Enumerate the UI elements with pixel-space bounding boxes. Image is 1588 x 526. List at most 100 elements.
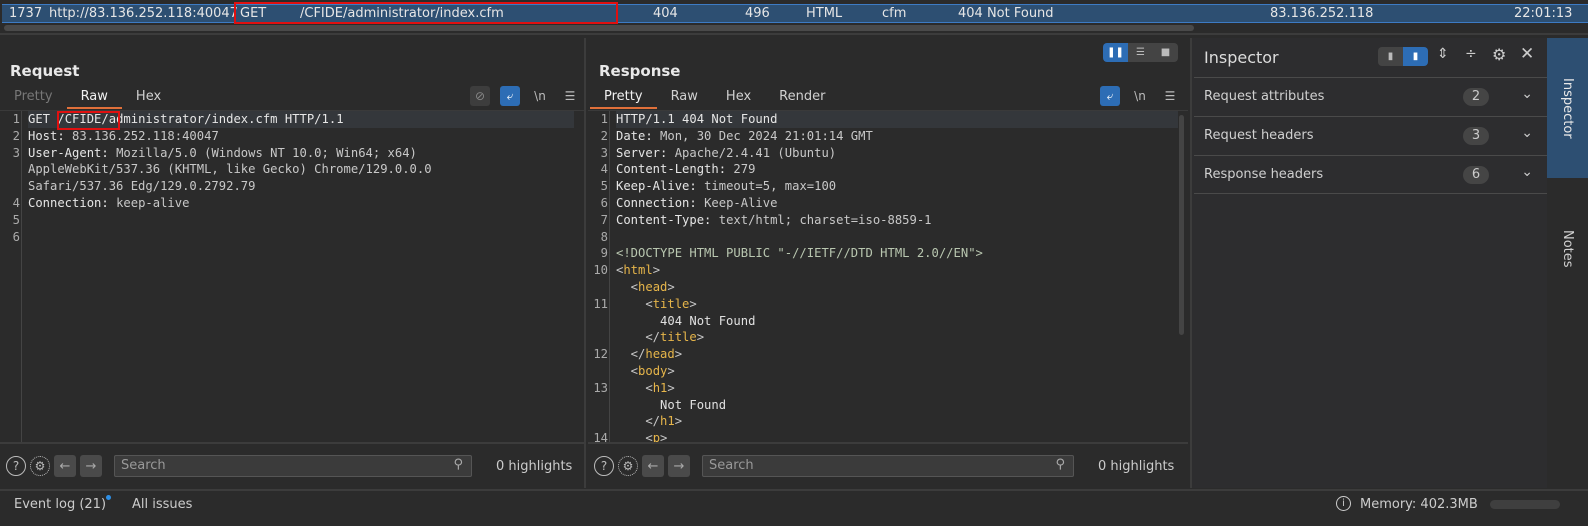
highlights-count: 0 highlights [1098,458,1175,474]
back-button[interactable]: ← [54,455,76,477]
menu-icon[interactable]: ☰ [560,86,580,106]
chevron-down-icon[interactable]: ⌄ [1521,164,1533,180]
tab-raw[interactable]: Raw [66,88,122,109]
tab-render[interactable]: Render [765,88,839,109]
code-token: AppleWebKit/537.36 (KHTML, like Gecko) C… [28,162,432,177]
code-token: timeout=5, max=100 [704,179,837,194]
line-content: AppleWebKit/537.36 (KHTML, like Gecko) C… [28,161,432,178]
code-token: 83.136.252.118:40047 [72,128,219,143]
search-input[interactable]: Search ⚲ [702,455,1074,477]
code-line: 3 User-Agent: Mozilla/5.0 (Windows NT 10.… [0,145,584,162]
code-line: 4 Connection: keep-alive [0,195,584,212]
tab-pretty[interactable]: Pretty [0,88,67,109]
newline-icon[interactable]: \n [1130,86,1150,106]
layout-toggle: ❚❚ ☰ ■ [1103,43,1178,62]
search-input[interactable]: Search ⚲ [114,455,472,477]
code-line: 6 [0,229,584,246]
gear-icon[interactable]: ⚙ [1492,45,1506,64]
code-token: Connection: [616,195,705,210]
chevron-down-icon[interactable]: ⌄ [1521,125,1533,141]
code-token: > [667,380,675,395]
split-horizontal-icon[interactable]: ☰ [1128,43,1153,62]
line-content: Connection: Keep-Alive [616,195,777,212]
code-token: html [623,263,653,278]
wrap-lines-icon[interactable]: ⤶ [500,86,520,106]
code-line: 14 <p> [588,430,1188,442]
row-length: 496 [745,6,770,21]
code-token: body [638,363,668,378]
code-line: 13 <h1> [588,380,1188,397]
gear-icon[interactable]: ⚙ [30,456,50,476]
line-content: </title> [616,329,704,346]
request-editor[interactable]: 1 GET /CFIDE/administrator/index.cfm HTTP… [0,110,584,442]
request-tabs: Pretty Raw Hex [0,88,175,109]
side-tabs: Inspector Notes [1547,38,1588,488]
row-mime: HTML [806,6,843,21]
code-token: title [660,330,697,345]
section-response-headers[interactable]: Response headers 6 ⌄ [1194,155,1547,194]
newline-icon[interactable]: \n [530,86,550,106]
code-token: Safari/537.36 Edg/129.0.2792.79 [28,179,256,194]
code-token: </ [616,347,646,362]
code-line: 3 Server: Apache/2.4.41 (Ubuntu) [588,145,1188,162]
tab-hex[interactable]: Hex [122,88,175,109]
split-vertical-icon[interactable]: ❚❚ [1103,43,1128,62]
chevron-down-icon[interactable]: ⌄ [1521,86,1533,102]
tab-pretty[interactable]: Pretty [590,88,657,109]
gear-icon[interactable]: ⚙ [618,456,638,476]
response-pane: Response Pretty Raw Hex Render ⤶ \n ☰ 1H… [588,38,1188,488]
code-token: Apache/2.4.41 (Ubuntu) [674,145,837,160]
code-token: head [645,347,675,362]
line-number: 11 [593,296,608,311]
section-count: 3 [1463,127,1489,145]
code-token: title [652,296,690,311]
single-pane-icon[interactable]: ■ [1153,43,1178,62]
line-content: User-Agent: Mozilla/5.0 (Windows NT 10.0… [28,145,417,162]
code-line: 7 Content-Type: text/html; charset=iso-88… [588,212,1188,229]
response-editor[interactable]: 1 HTTP/1.1 404 Not Found 2 Date: Mon, 30 De… [588,110,1188,442]
row-host: http://83.136.252.118:40047 [49,6,238,21]
line-content: </h1> [616,413,682,430]
side-tab-notes[interactable]: Notes [1547,190,1588,280]
code-token: Connection: [28,195,117,210]
line-number: 13 [593,380,608,395]
section-request-attributes[interactable]: Request attributes 2 ⌄ [1194,77,1547,116]
line-content: <p> [616,430,667,442]
line-number: 2 [12,128,20,143]
hide-icon[interactable]: ⊘ [470,86,490,106]
back-button[interactable]: ← [642,455,664,477]
help-icon[interactable]: ? [6,456,26,476]
collapse-all-icon[interactable]: ÷ [1465,46,1477,62]
horizontal-scrollbar[interactable] [4,25,1194,31]
code-token: 279 [733,162,756,177]
memory-usage: Memory: 402.3MB [1360,497,1478,512]
editor-toolbar: ⤶ \n ☰ [1100,86,1180,106]
highlights-count: 0 highlights [496,458,573,474]
tab-raw[interactable]: Raw [657,88,712,109]
code-line: 5 [0,212,584,229]
info-icon: i [1336,496,1351,511]
code-token: </ [616,414,661,429]
forward-button[interactable]: → [80,455,102,477]
line-number: 1 [12,112,20,126]
code-line: 4 Content-Length: 279 [588,161,1188,178]
dock-left-icon[interactable]: ▮ [1378,47,1403,66]
expand-all-icon[interactable]: ⇕ [1437,46,1449,62]
line-content: </head> [616,346,682,363]
forward-button[interactable]: → [668,455,690,477]
line-content: <head> [616,279,675,296]
section-request-headers[interactable]: Request headers 3 ⌄ [1194,116,1547,155]
close-icon[interactable]: ✕ [1520,44,1534,64]
code-line: Not Found [588,397,1188,414]
tab-hex[interactable]: Hex [712,88,765,109]
wrap-lines-icon[interactable]: ⤶ [1100,86,1120,106]
event-log-link[interactable]: Event log (21) [14,497,106,512]
menu-icon[interactable]: ☰ [1160,86,1180,106]
code-line: 6 Connection: Keep-Alive [588,195,1188,212]
dock-right-icon[interactable]: ▮ [1403,47,1428,66]
code-token: <!DOCTYPE HTML PUBLIC "-//IETF//DTD HTML… [616,246,983,261]
all-issues-link[interactable]: All issues [132,497,192,512]
side-tab-inspector[interactable]: Inspector [1547,38,1588,178]
divider [0,33,1588,35]
help-icon[interactable]: ? [594,456,614,476]
